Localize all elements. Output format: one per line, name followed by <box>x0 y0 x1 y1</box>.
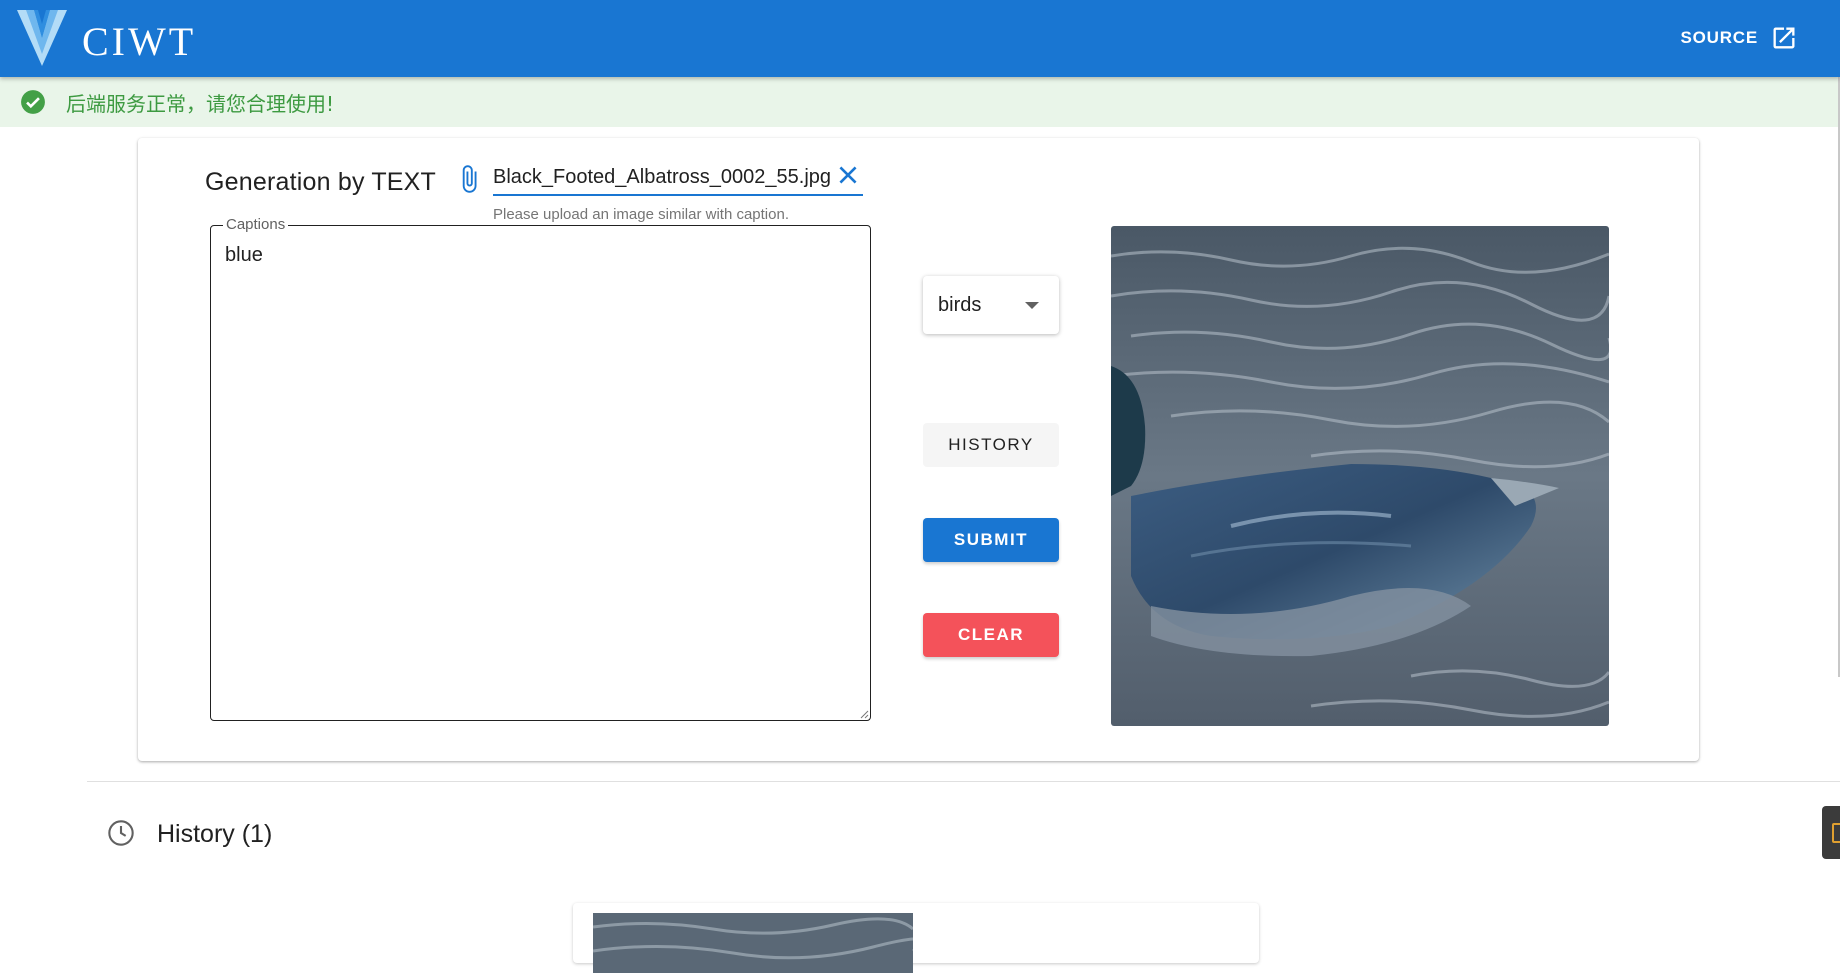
card-title: Generation by TEXT <box>205 168 437 196</box>
logo-icon <box>17 10 67 66</box>
history-button[interactable]: HISTORY <box>923 423 1059 467</box>
file-hint: Please upload an image similar with capt… <box>493 206 789 223</box>
source-label: SOURCE <box>1680 28 1758 47</box>
resize-handle-icon[interactable] <box>859 709 869 719</box>
clear-button[interactable]: CLEAR <box>923 613 1059 657</box>
section-divider <box>87 781 1840 782</box>
status-alert: 后端服务正常，请您合理使用! <box>0 77 1838 127</box>
captions-label: Captions <box>223 216 289 233</box>
attach-file-icon[interactable] <box>454 162 484 196</box>
chevron-down-icon <box>1025 302 1039 309</box>
battery-icon <box>1832 823 1840 843</box>
close-icon[interactable] <box>835 162 861 188</box>
file-name: Black_Footed_Albatross_0002_55.jpg <box>493 166 832 188</box>
generation-card: Generation by TEXT Black_Footed_Albatros… <box>138 138 1699 761</box>
history-item[interactable] <box>573 903 1259 973</box>
side-widget-tab[interactable] <box>1822 806 1840 859</box>
submit-button[interactable]: SUBMIT <box>923 518 1059 562</box>
status-message: 后端服务正常，请您合理使用! <box>66 91 335 116</box>
captions-textarea[interactable]: Captions blue <box>210 216 871 721</box>
open-in-new-icon <box>1773 27 1795 49</box>
dataset-select-value: birds <box>938 294 982 316</box>
check-circle-icon <box>21 90 45 114</box>
captions-value: blue <box>225 244 263 266</box>
clock-icon <box>108 820 134 846</box>
brand-name: CIWT <box>82 19 197 64</box>
source-button[interactable]: SOURCE <box>1680 22 1798 54</box>
app-bar: CIWT SOURCE <box>0 0 1840 77</box>
dataset-select[interactable]: birds <box>923 276 1059 334</box>
file-input[interactable]: Black_Footed_Albatross_0002_55.jpg <box>493 156 863 196</box>
history-title: History (1) <box>157 820 273 848</box>
history-thumbnail <box>593 913 913 973</box>
generated-image <box>1111 226 1609 726</box>
